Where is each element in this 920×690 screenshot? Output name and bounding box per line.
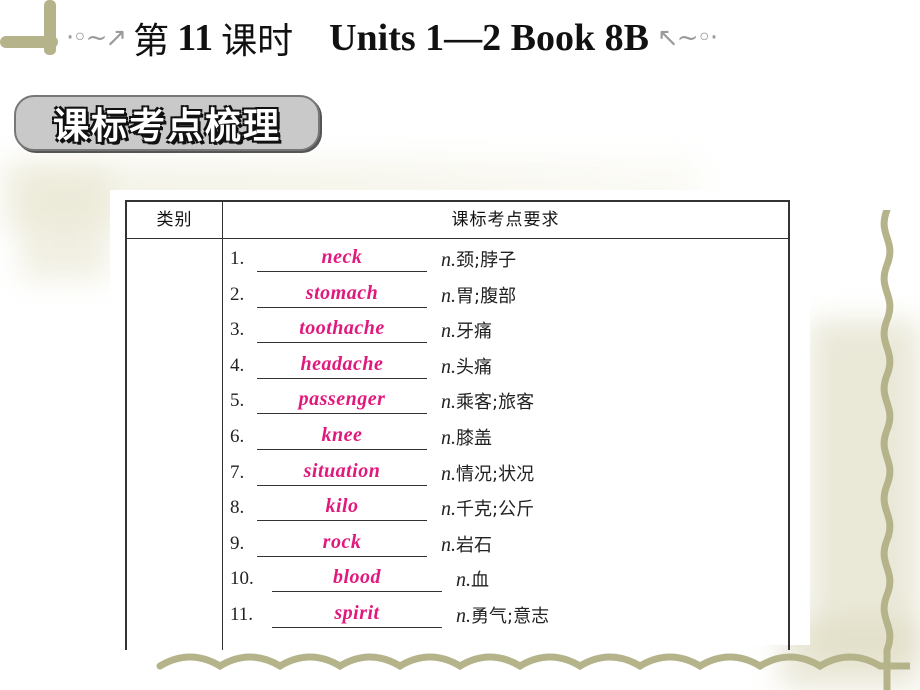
vocabulary-table: 类别 课标考点要求 1. neck n.颈;脖子 2. stomach n.胃;腹部 3. t… [125, 200, 790, 650]
item-number: 7. [230, 461, 245, 483]
meaning: 头痛 [456, 356, 492, 378]
part-of-speech: n. [456, 604, 471, 627]
meaning: 千克;公斤 [456, 499, 535, 521]
background-wash [20, 170, 110, 280]
header-category: 类别 [156, 210, 193, 230]
answer-blank: neck [257, 242, 427, 272]
item-number: 6. [230, 425, 245, 447]
meaning: 勇气;意志 [471, 605, 550, 627]
part-of-speech: n. [441, 391, 456, 414]
definition: n.头痛 [441, 353, 492, 379]
meaning: 岩石 [456, 534, 492, 556]
page-title: ·◦~↗ 第 11 课时 Units 1—2 Book 8B ↖~◦· [58, 8, 724, 68]
section-badge-label: 课标考点梳理 [52, 106, 281, 147]
meaning: 胃;腹部 [456, 285, 517, 307]
vine-decoration-icon [156, 653, 910, 671]
part-of-speech: n. [441, 462, 456, 485]
definition: n.千克;公斤 [441, 495, 534, 521]
meaning: 颈;脖子 [456, 250, 517, 271]
definition: n.乘客;旅客 [441, 388, 534, 414]
definition: n.勇气;意志 [456, 602, 549, 628]
meaning: 血 [471, 570, 489, 592]
part-of-speech: n. [441, 498, 456, 521]
item-number: 8. [230, 497, 245, 519]
item-number: 10. [230, 568, 254, 590]
header-requirements: 课标考点要求 [451, 210, 560, 230]
title-prefix: 第 [133, 21, 170, 62]
definition: n.膝盖 [441, 424, 492, 450]
answer-blank: headache [257, 349, 427, 379]
answer-blank: knee [257, 420, 427, 450]
title-english: Units 1—2 Book 8B [329, 17, 650, 59]
definition: n.胃;腹部 [441, 282, 516, 308]
item-number: 5. [230, 390, 245, 412]
meaning: 膝盖 [456, 427, 492, 449]
item-number: 2. [230, 283, 245, 305]
item-number: 3. [230, 319, 245, 341]
vine-decoration-icon [0, 36, 58, 48]
part-of-speech: n. [441, 320, 456, 343]
meaning: 情况;状况 [456, 463, 535, 485]
item-number: 1. [230, 248, 245, 269]
answer-blank: blood [272, 562, 442, 593]
definition: n.牙痛 [441, 317, 492, 343]
column-divider [222, 202, 223, 650]
definition: n.岩石 [441, 531, 492, 557]
answer-blank: stomach [257, 278, 427, 308]
part-of-speech: n. [441, 355, 456, 378]
section-badge: 课标考点梳理 [14, 95, 320, 151]
part-of-speech: n. [441, 426, 456, 449]
vocabulary-sheet: 类别 课标考点要求 1. neck n.颈;脖子 2. stomach n.胃;腹部 3. t… [110, 190, 810, 650]
item-number: 11. [230, 603, 254, 625]
lesson-number: 11 [177, 17, 214, 59]
title-suffix: 课时 [221, 21, 294, 62]
answer-blank: spirit [272, 598, 442, 628]
meaning: 牙痛 [456, 321, 492, 343]
meaning: 乘客;旅客 [456, 392, 535, 414]
answer-blank: rock [257, 527, 427, 557]
header-divider [127, 238, 788, 239]
part-of-speech: n. [441, 284, 456, 307]
vine-decoration-icon [880, 210, 894, 690]
item-number: 9. [230, 532, 245, 554]
part-of-speech: n. [441, 533, 456, 556]
definition: n.血 [456, 566, 489, 592]
swirl-left-icon: ·◦~↗ [66, 23, 127, 53]
definition: n.颈;脖子 [441, 246, 516, 272]
part-of-speech: n. [441, 249, 456, 271]
answer-blank: passenger [257, 384, 427, 415]
answer-blank: kilo [257, 491, 427, 522]
item-number: 4. [230, 354, 245, 376]
background-wash [810, 320, 920, 660]
swirl-right-icon: ↖~◦· [657, 23, 718, 53]
answer-blank: toothache [257, 313, 427, 344]
answer-blank: situation [257, 456, 427, 486]
part-of-speech: n. [456, 569, 471, 592]
definition: n.情况;状况 [441, 460, 534, 486]
